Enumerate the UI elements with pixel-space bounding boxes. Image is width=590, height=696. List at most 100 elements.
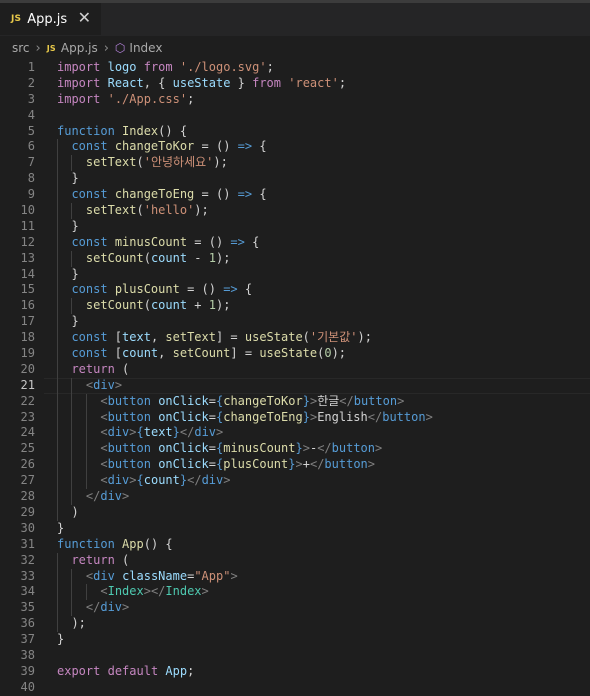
code-editor[interactable]: 1 import logo from './logo.svg'; 2 import R… bbox=[0, 60, 590, 696]
code-line[interactable]: 30} bbox=[0, 521, 590, 537]
code-token: changeToKor bbox=[223, 393, 303, 408]
code-text: </div> bbox=[57, 600, 129, 616]
code-token: [ bbox=[107, 346, 123, 361]
code-line[interactable]: 39 export default App; bbox=[0, 664, 590, 680]
symbol-method-icon: ⬡ bbox=[114, 41, 126, 55]
code-token: '안녕하세요' bbox=[143, 155, 214, 170]
code-token: () { bbox=[158, 123, 188, 138]
code-line[interactable]: 37} bbox=[0, 632, 590, 648]
code-line[interactable]: 21 <div> bbox=[0, 377, 590, 394]
code-token: = () bbox=[187, 234, 231, 249]
line-number: 11 bbox=[20, 218, 35, 233]
line-number: 32 bbox=[20, 552, 35, 567]
code-line[interactable]: 8 } bbox=[0, 171, 590, 188]
code-token: ( bbox=[136, 155, 144, 170]
close-icon[interactable]: ✕ bbox=[78, 10, 91, 26]
code-token: const bbox=[71, 346, 108, 361]
code-token: </ bbox=[309, 457, 325, 472]
code-token: => bbox=[237, 187, 253, 202]
code-line[interactable]: 3 import './App.css'; bbox=[0, 92, 590, 108]
tab-app-js[interactable]: JS App.js ✕ bbox=[0, 3, 101, 35]
code-line[interactable]: 19 const [count, setCount] = useState(0)… bbox=[0, 346, 590, 362]
code-token: changeToEng bbox=[114, 187, 195, 202]
breadcrumb-file[interactable]: App.js bbox=[61, 41, 98, 55]
code-token: function bbox=[57, 123, 115, 138]
code-line[interactable]: 15 const plusCount = () => { bbox=[0, 282, 590, 299]
code-line[interactable]: 18 const [text, setText] = useState('기본값… bbox=[0, 330, 590, 347]
code-token: const bbox=[71, 234, 108, 249]
code-token: count bbox=[150, 298, 188, 313]
code-line[interactable]: 11 } bbox=[0, 218, 590, 235]
code-line[interactable]: 29 ) bbox=[0, 504, 590, 521]
code-token: changeToEng bbox=[223, 409, 303, 424]
code-line[interactable]: 22 <button onClick={changeToKor}>한글</but… bbox=[0, 393, 590, 410]
code-text: <button onClick={changeToEng}>English</b… bbox=[57, 409, 432, 426]
code-text: return ( bbox=[57, 362, 129, 378]
code-token: React bbox=[107, 75, 144, 90]
line-number: 6 bbox=[27, 139, 35, 154]
code-token: App bbox=[165, 663, 188, 678]
code-line[interactable]: 6 const changeToKor = () => { bbox=[0, 139, 590, 156]
code-line[interactable]: 26 <button onClick={plusCount}>+</button… bbox=[0, 457, 590, 474]
code-token: - bbox=[187, 250, 209, 265]
code-line[interactable]: 12 const minusCount = () => { bbox=[0, 234, 590, 251]
code-token: } bbox=[295, 441, 303, 456]
code-line[interactable]: 1 import logo from './logo.svg'; bbox=[0, 60, 590, 76]
code-line[interactable]: 2 import React, { useState } from 'react'… bbox=[0, 76, 590, 92]
code-line[interactable]: 20 return ( bbox=[0, 361, 590, 378]
code-token: } bbox=[172, 425, 180, 440]
line-number: 23 bbox=[20, 409, 35, 424]
code-token: > bbox=[397, 393, 405, 408]
line-number: 36 bbox=[20, 616, 35, 631]
code-token: ( bbox=[143, 250, 151, 265]
code-line[interactable]: 24 <div>{text}</div> bbox=[0, 425, 590, 442]
code-line[interactable]: 35 </div> bbox=[0, 600, 590, 617]
line-number: 40 bbox=[20, 679, 35, 694]
code-line[interactable]: 23 <button onClick={changeToEng}>English… bbox=[0, 409, 590, 426]
code-token: button bbox=[331, 441, 375, 456]
breadcrumb-folder[interactable]: src bbox=[12, 41, 30, 55]
code-token: "App" bbox=[194, 568, 231, 583]
code-line[interactable]: 40 bbox=[0, 680, 590, 696]
code-line[interactable]: 14 } bbox=[0, 266, 590, 283]
line-number: 21 bbox=[20, 377, 35, 392]
code-line[interactable]: 36 ); bbox=[0, 616, 590, 633]
code-line[interactable]: 4 bbox=[0, 108, 590, 124]
code-text: const plusCount = () => { bbox=[57, 282, 252, 298]
code-token: setText bbox=[85, 155, 137, 170]
code-line[interactable]: 33 <div className="App"> bbox=[0, 568, 590, 585]
code-line[interactable]: 28 </div> bbox=[0, 489, 590, 505]
code-line[interactable]: 13 setCount(count - 1); bbox=[0, 250, 590, 267]
code-line[interactable]: 5 function Index() { bbox=[0, 124, 590, 140]
code-line[interactable]: 34 <Index></Index> bbox=[0, 584, 590, 601]
code-line[interactable]: 7 setText('안녕하세요'); bbox=[0, 155, 590, 172]
code-line[interactable]: 32 return ( bbox=[0, 552, 590, 569]
code-text: } bbox=[57, 632, 64, 648]
code-token: < bbox=[100, 393, 108, 408]
code-token: 한글 bbox=[317, 393, 340, 408]
breadcrumb-symbol[interactable]: Index bbox=[129, 41, 162, 55]
line-number: 39 bbox=[20, 663, 35, 678]
code-line[interactable]: 38 bbox=[0, 648, 590, 664]
code-line[interactable]: 31 function App() { bbox=[0, 537, 590, 553]
code-token: button bbox=[107, 393, 151, 408]
code-token: { bbox=[136, 425, 144, 440]
code-token: onClick bbox=[158, 457, 209, 472]
code-token: = () bbox=[194, 139, 238, 154]
code-token: div bbox=[100, 489, 123, 504]
code-text: ); bbox=[57, 616, 85, 632]
code-text: setCount(count - 1); bbox=[57, 250, 231, 267]
code-line[interactable]: 9 const changeToEng = () => { bbox=[0, 187, 590, 204]
code-line[interactable]: 10 setText('hello'); bbox=[0, 203, 590, 219]
code-line[interactable]: 16 setCount(count + 1); bbox=[0, 298, 590, 315]
code-token: > bbox=[122, 600, 130, 615]
code-line[interactable]: 27 <div>{count}</div> bbox=[0, 473, 590, 490]
code-line[interactable]: 25 <button onClick={minusCount}>-</butto… bbox=[0, 441, 590, 458]
code-token: ></ bbox=[143, 584, 166, 599]
code-line[interactable]: 17 } bbox=[0, 314, 590, 331]
